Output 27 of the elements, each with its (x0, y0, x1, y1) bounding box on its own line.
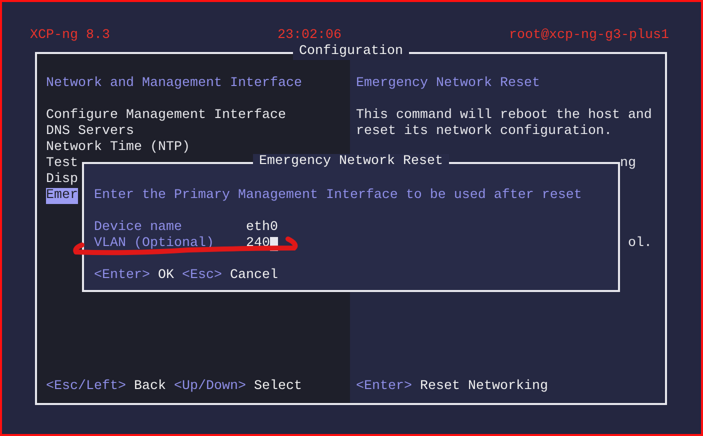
section-heading: Network and Management Interface (46, 76, 303, 92)
key-hint[interactable]: <Enter> Reset Networking (356, 379, 548, 395)
input-field[interactable]: eth0 (246, 220, 278, 236)
product-version: XCP-ng 8.3 (30, 28, 110, 44)
key-hint[interactable]: <Esc/Left> Back (46, 379, 166, 395)
field-label: Device name (94, 220, 183, 236)
menu-item[interactable]: Emer (46, 188, 78, 204)
menu-item[interactable]: DNS Servers (46, 124, 134, 140)
key-hint[interactable]: <Up/Down> Select (174, 379, 302, 395)
description-fragment: ng (620, 156, 636, 171)
key-hint[interactable]: <Enter> OK (94, 268, 174, 284)
input-field[interactable]: 240 (246, 236, 278, 252)
key-hint[interactable]: <Esc> Cancel (182, 268, 278, 284)
description-line: This command will reboot the host and (356, 108, 653, 124)
menu-item[interactable]: Disp (46, 172, 78, 188)
panel-title: Configuration (293, 44, 409, 60)
user-host: root@xcp-ng-g3-plus1 (509, 28, 669, 44)
section-heading: Emergency Network Reset (356, 76, 541, 92)
menu-item[interactable]: Test (46, 156, 78, 172)
dialog-title: Emergency Network Reset (253, 154, 449, 170)
field-label: VLAN (Optional) (94, 236, 215, 252)
menu-item[interactable]: Configure Management Interface (46, 108, 286, 124)
dialog-prompt: Enter the Primary Management Interface to be used after reset (94, 188, 583, 204)
description-fragment: ol. (628, 236, 652, 251)
menu-item[interactable]: Network Time (NTP) (46, 140, 190, 156)
clock: 23:02:06 (278, 28, 342, 44)
description-line: reset its network configuration. (356, 124, 613, 140)
